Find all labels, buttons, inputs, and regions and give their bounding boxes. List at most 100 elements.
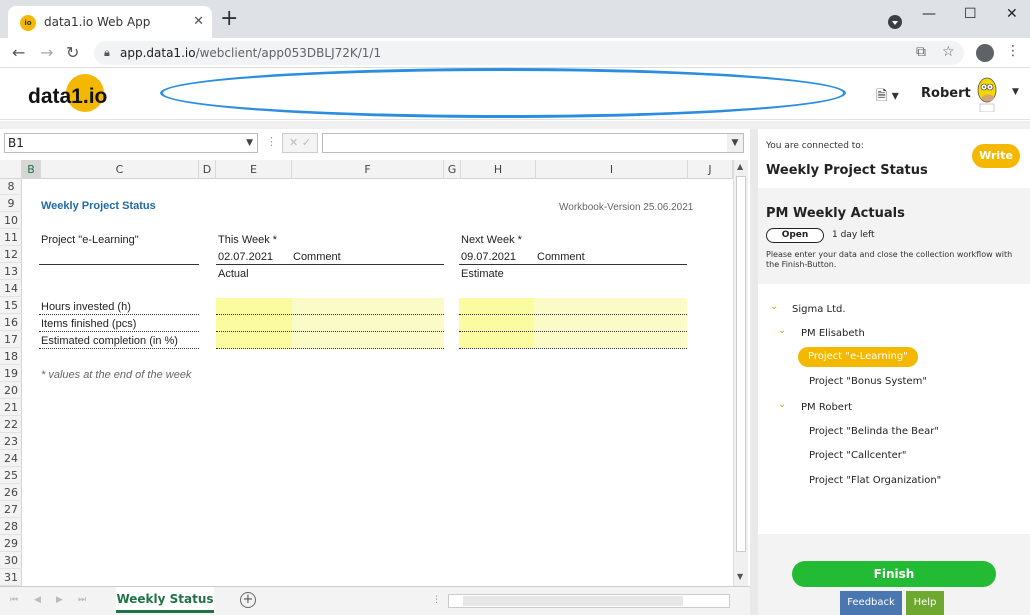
feedback-button[interactable]: Feedback xyxy=(840,591,902,615)
col-header-b[interactable]: B xyxy=(22,160,41,179)
row-header[interactable]: 8 xyxy=(0,179,22,195)
corner-cell[interactable] xyxy=(0,160,22,179)
back-icon[interactable]: ← xyxy=(12,43,25,62)
row-header[interactable]: 13 xyxy=(0,264,22,280)
tree-root-sigma[interactable]: Sigma Ltd. xyxy=(792,304,846,315)
tab-splitter-icon[interactable]: ⋮ xyxy=(432,595,441,605)
row-header[interactable]: 11 xyxy=(0,230,22,246)
next-sheet-icon[interactable]: ▶ xyxy=(56,595,63,605)
row-header[interactable]: 15 xyxy=(0,298,22,314)
col-header-e[interactable]: E xyxy=(216,160,292,179)
col-header-g[interactable]: G xyxy=(444,160,461,179)
col-header-h[interactable]: H xyxy=(461,160,536,179)
last-sheet-icon[interactable]: ⏭ xyxy=(78,595,86,605)
panel-splitter[interactable] xyxy=(750,129,758,615)
row-header[interactable]: 12 xyxy=(0,247,22,263)
status-open-button[interactable]: Open xyxy=(766,228,824,243)
tab-search-icon[interactable] xyxy=(888,15,902,29)
document-menu-icon[interactable]: 🗎︎ ▾ xyxy=(876,85,899,109)
row-header[interactable]: 18 xyxy=(0,349,22,365)
next-week-comment-inputs[interactable] xyxy=(534,298,687,349)
bookmark-star-icon[interactable]: ☆ xyxy=(942,44,955,60)
window-close-icon[interactable]: ✕ xyxy=(1006,6,1018,22)
formula-cancel-confirm[interactable]: ✕ ✓ xyxy=(282,133,318,153)
row-header[interactable]: 19 xyxy=(0,366,22,382)
next-week-label: Next Week * xyxy=(461,234,522,246)
minimize-icon[interactable]: — xyxy=(922,6,936,22)
browser-profile-icon[interactable] xyxy=(976,44,994,62)
row-header[interactable]: 26 xyxy=(0,485,22,501)
col-header-d[interactable]: D xyxy=(199,160,216,179)
row-divider xyxy=(459,348,687,349)
user-menu-caret-icon[interactable]: ▼ xyxy=(1012,87,1019,97)
user-avatar[interactable] xyxy=(972,74,1002,112)
chevron-down-icon[interactable]: ⌄ xyxy=(778,325,786,336)
row-header[interactable]: 21 xyxy=(0,400,22,416)
finish-button[interactable]: Finish xyxy=(792,561,996,587)
chevron-down-icon[interactable]: ⌄ xyxy=(778,399,786,410)
tree-item-bonus-system[interactable]: Project "Bonus System" xyxy=(809,376,927,387)
write-button[interactable]: Write xyxy=(972,144,1020,168)
tree-group-pm-elisabeth[interactable]: PM Elisabeth xyxy=(801,328,865,339)
col-header-i[interactable]: I xyxy=(536,160,688,179)
row-header[interactable]: 22 xyxy=(0,417,22,433)
row-header[interactable]: 17 xyxy=(0,332,22,348)
this-week-label: This Week * xyxy=(218,234,278,246)
help-button[interactable]: Help xyxy=(906,591,944,615)
horizontal-scrollbar[interactable] xyxy=(448,594,730,608)
sheet-tab-weekly-status[interactable]: Weekly Status xyxy=(116,587,214,613)
row-header[interactable]: 28 xyxy=(0,519,22,535)
browser-tab[interactable]: io data1.io Web App ✕ xyxy=(8,6,212,38)
collection-title: PM Weekly Actuals xyxy=(766,206,905,221)
scroll-down-icon[interactable]: ▼ xyxy=(737,572,743,581)
tree-item-e-learning[interactable]: Project "e-Learning" xyxy=(798,347,918,367)
first-sheet-icon[interactable]: ⏮ xyxy=(10,595,18,605)
add-sheet-icon[interactable]: + xyxy=(240,592,256,608)
row-header[interactable]: 20 xyxy=(0,383,22,399)
hscroll-thumb[interactable] xyxy=(463,596,683,606)
row-header[interactable]: 10 xyxy=(0,213,22,229)
row-header[interactable]: 31 xyxy=(0,570,22,586)
formula-input[interactable]: ▼ xyxy=(322,133,744,153)
forward-icon[interactable]: → xyxy=(40,43,53,62)
reload-icon[interactable]: ↻ xyxy=(66,43,79,62)
row-header[interactable]: 9 xyxy=(0,196,22,212)
row-header[interactable]: 16 xyxy=(0,315,22,331)
app-logo[interactable]: data1.io xyxy=(28,85,107,109)
metric-label: Hours invested (h) xyxy=(41,301,131,313)
row-header[interactable]: 29 xyxy=(0,536,22,552)
row-header[interactable]: 14 xyxy=(0,281,22,297)
maximize-icon[interactable]: ☐ xyxy=(964,6,977,22)
browser-menu-icon[interactable]: ⋮ xyxy=(1006,43,1020,59)
name-box-dropdown-icon[interactable]: ▼ xyxy=(246,134,253,152)
scroll-thumb[interactable] xyxy=(736,176,746,552)
formula-expand-icon[interactable]: ▼ xyxy=(727,134,743,152)
tree-item-flat-organization[interactable]: Project "Flat Organization" xyxy=(809,475,941,486)
row-header[interactable]: 25 xyxy=(0,468,22,484)
col-header-c[interactable]: C xyxy=(41,160,199,179)
tree-group-pm-robert[interactable]: PM Robert xyxy=(801,402,852,413)
name-box[interactable]: B1 ▼ xyxy=(4,133,258,153)
app-header: data1.io 🗎︎ ▾ Robert ▼ xyxy=(0,68,1030,120)
new-tab-button[interactable]: + xyxy=(220,8,238,30)
row-header[interactable]: 30 xyxy=(0,553,22,569)
scroll-up-icon[interactable]: ▲ xyxy=(737,162,743,171)
chevron-down-icon[interactable]: ⌄ xyxy=(770,301,778,312)
next-week-estimate-inputs[interactable] xyxy=(459,298,534,349)
user-name[interactable]: Robert xyxy=(921,86,971,101)
translate-icon[interactable]: ⧉ xyxy=(916,44,926,60)
row-header[interactable]: 24 xyxy=(0,451,22,467)
tree-item-belinda-the-bear[interactable]: Project "Belinda the Bear" xyxy=(809,426,939,437)
prev-sheet-icon[interactable]: ◀ xyxy=(34,595,41,605)
tree-item-callcenter[interactable]: Project "Callcenter" xyxy=(809,450,906,461)
row-header[interactable]: 23 xyxy=(0,434,22,450)
this-week-comment-inputs[interactable] xyxy=(292,298,444,349)
vertical-scrollbar[interactable]: ▲ ▼ xyxy=(733,160,748,586)
col-header-f[interactable]: F xyxy=(292,160,444,179)
this-week-actual-inputs[interactable] xyxy=(216,298,292,349)
tab-close-icon[interactable]: ✕ xyxy=(193,14,204,29)
col-header-j[interactable]: J xyxy=(688,160,733,179)
row-header[interactable]: 27 xyxy=(0,502,22,518)
url-field[interactable]: 🔒︎ app.data1.io/webclient/app053DBLJ72K/… xyxy=(94,41,964,65)
cell-grid[interactable]: Weekly Project Status Workbook-Version 2… xyxy=(22,179,733,586)
